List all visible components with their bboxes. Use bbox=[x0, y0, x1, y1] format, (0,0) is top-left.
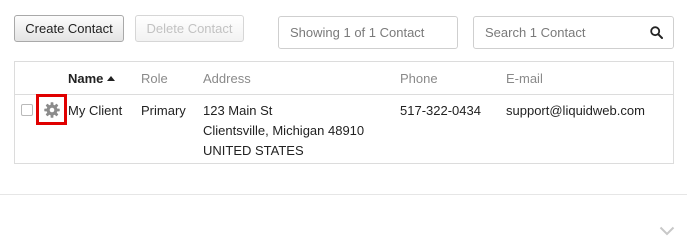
sort-ascending-icon bbox=[107, 76, 116, 81]
chevron-down-icon[interactable] bbox=[659, 226, 675, 236]
contacts-table: Name Role Address Phone E-mail My Client… bbox=[14, 61, 674, 164]
header-divider bbox=[15, 94, 673, 95]
column-header-role[interactable]: Role bbox=[141, 71, 168, 86]
contact-email: support@liquidweb.com bbox=[506, 103, 645, 118]
delete-contact-button[interactable]: Delete Contact bbox=[135, 15, 244, 42]
column-header-address[interactable]: Address bbox=[203, 71, 251, 86]
contact-address: 123 Main St Clientsville, Michigan 48910… bbox=[203, 101, 364, 161]
contact-phone: 517-322-0434 bbox=[400, 103, 481, 118]
contact-role: Primary bbox=[141, 103, 186, 118]
showing-count-display: Showing 1 of 1 Contact bbox=[278, 16, 458, 49]
search-input[interactable] bbox=[485, 17, 635, 48]
address-line-1: 123 Main St bbox=[203, 103, 273, 118]
column-header-phone[interactable]: Phone bbox=[400, 71, 438, 86]
gear-icon[interactable] bbox=[44, 102, 60, 118]
create-contact-button[interactable]: Create Contact bbox=[14, 15, 124, 42]
search-icon[interactable] bbox=[650, 26, 663, 39]
contact-name[interactable]: My Client bbox=[68, 101, 122, 121]
address-line-2: Clientsville, Michigan 48910 bbox=[203, 123, 365, 138]
showing-count-text: Showing 1 of 1 Contact bbox=[290, 25, 425, 40]
column-header-email[interactable]: E-mail bbox=[506, 71, 543, 86]
column-header-name[interactable]: Name bbox=[68, 71, 116, 86]
section-divider bbox=[0, 194, 687, 195]
search-box bbox=[473, 16, 674, 49]
row-select-checkbox[interactable] bbox=[21, 104, 33, 116]
address-line-3: UNITED STATES bbox=[203, 143, 304, 158]
row-settings-highlight[interactable] bbox=[36, 94, 67, 125]
column-header-name-label: Name bbox=[68, 71, 104, 86]
